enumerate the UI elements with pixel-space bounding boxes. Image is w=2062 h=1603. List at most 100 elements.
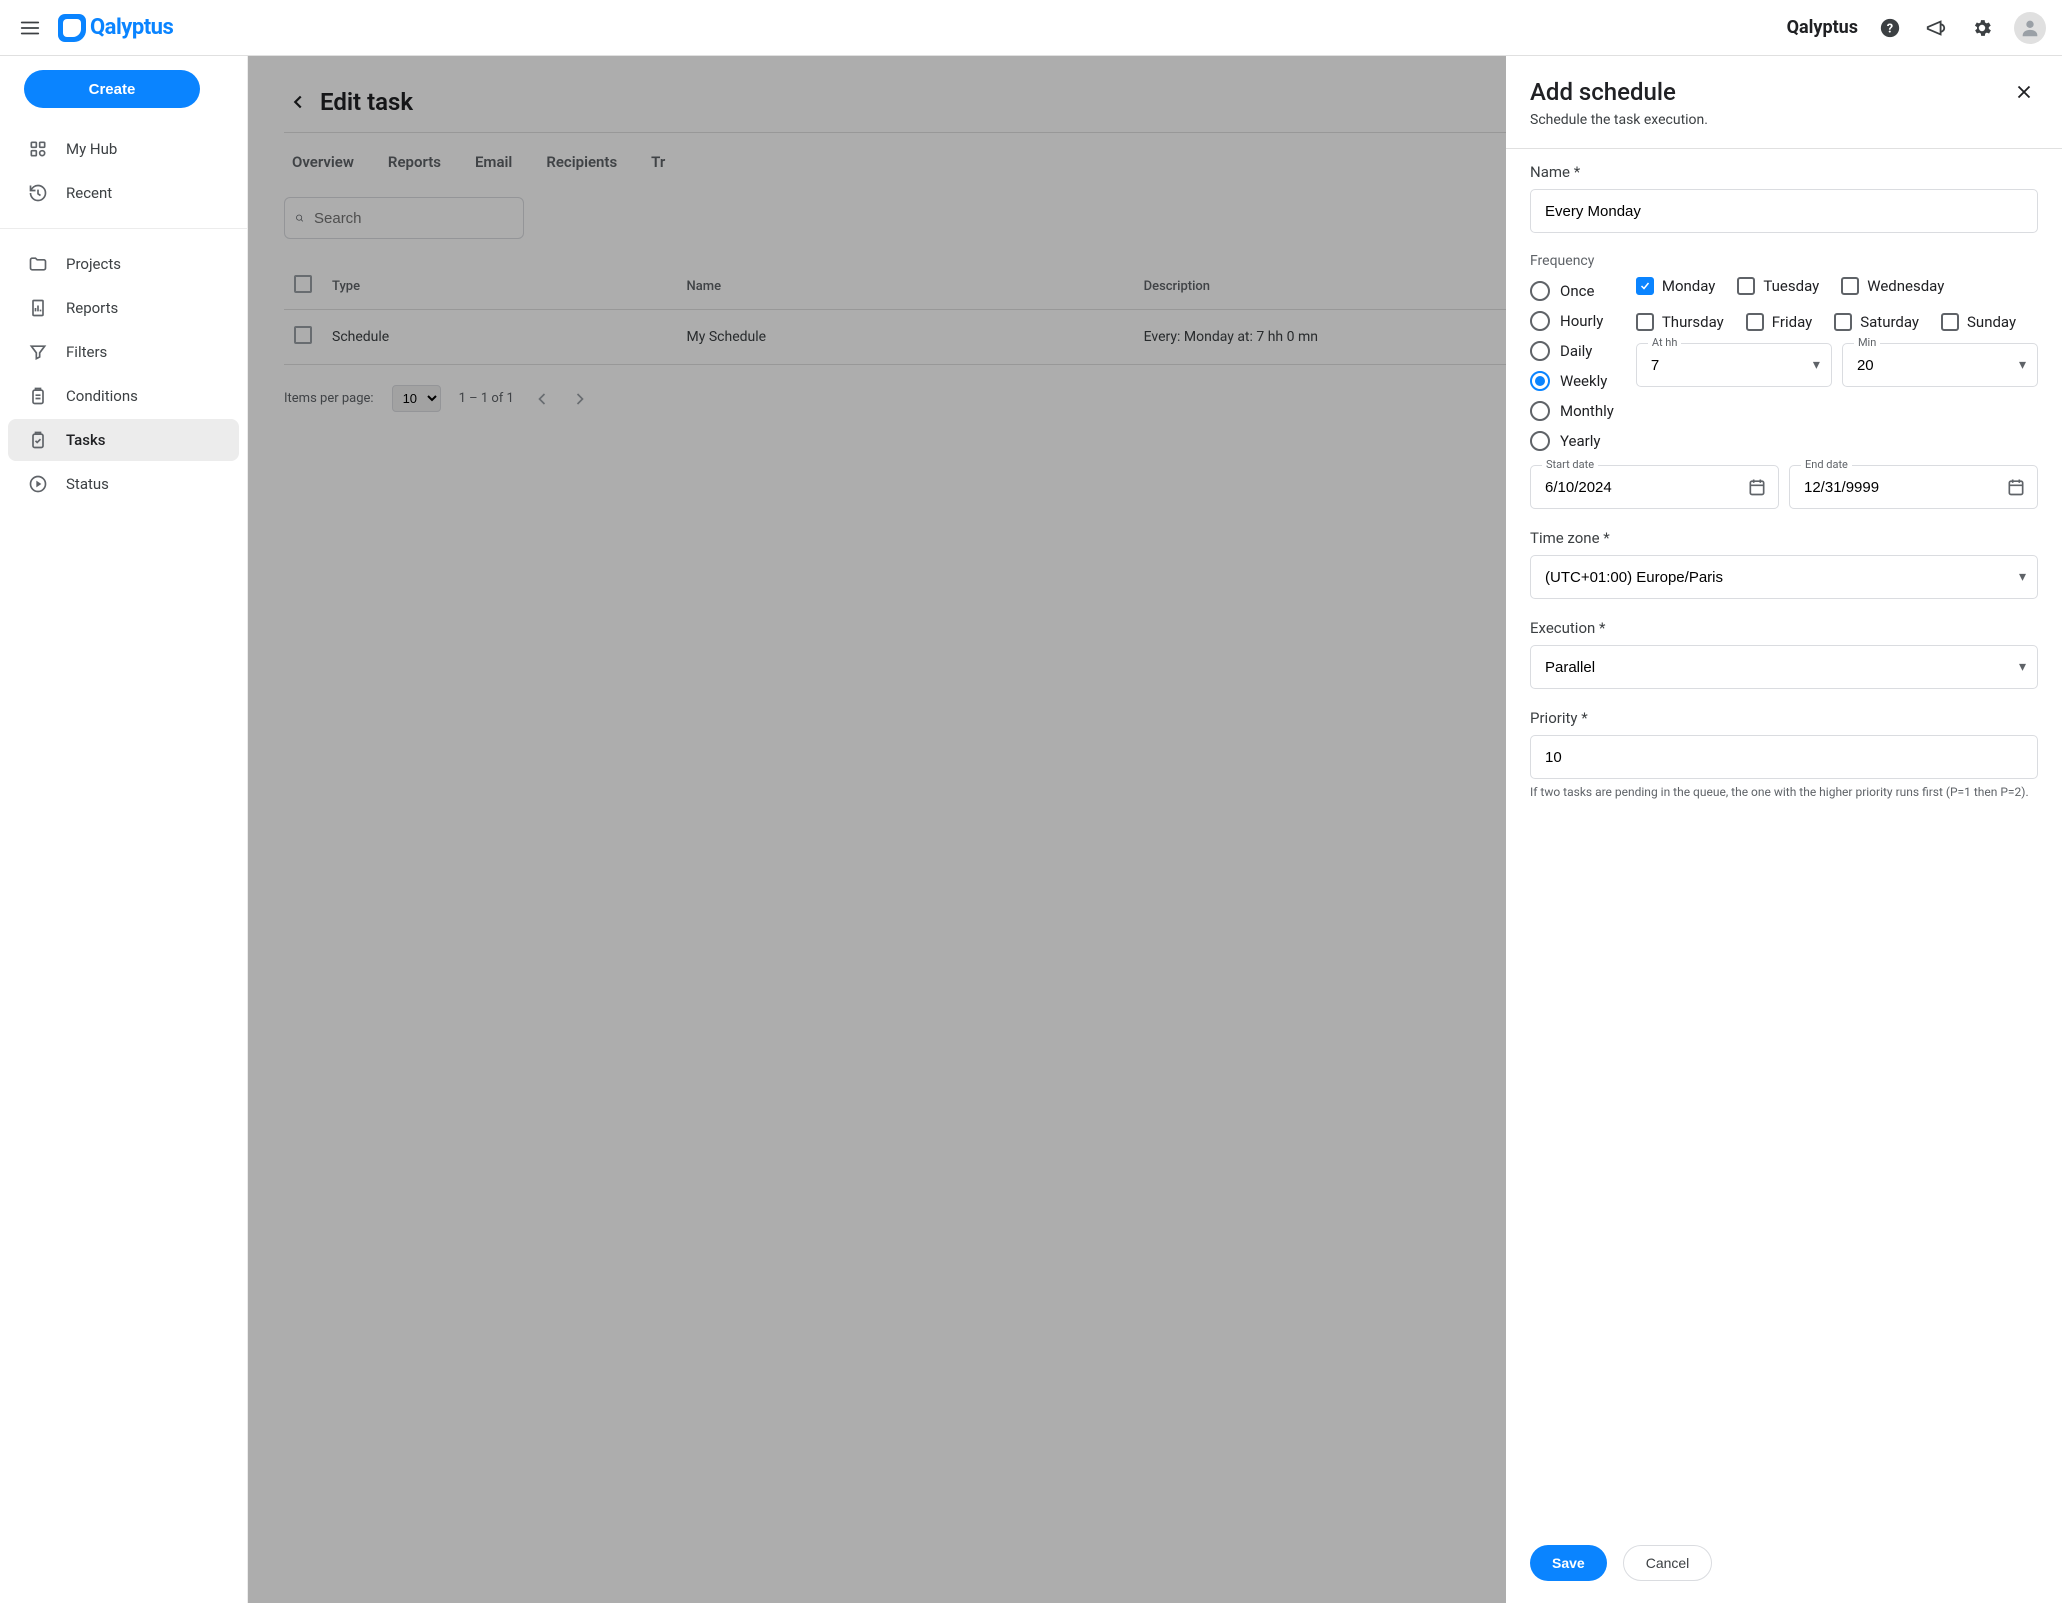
nav-label: Projects <box>66 255 121 273</box>
drawer-subtitle: Schedule the task execution. <box>1530 112 1708 128</box>
frequency-radio-once[interactable]: Once <box>1530 281 1614 301</box>
nav-item-recent[interactable]: Recent <box>8 172 239 214</box>
nav-label: Recent <box>66 184 112 202</box>
at-hh-label: At hh <box>1648 336 1682 349</box>
execution-label: Execution * <box>1530 619 2038 637</box>
checkbox-icon <box>1636 313 1654 331</box>
start-date-label: Start date <box>1542 458 1598 471</box>
logo[interactable]: Qalyptus <box>58 14 173 42</box>
radio-icon <box>1530 371 1550 391</box>
sidebar: Create My Hub Recent Projects Reports Filte… <box>0 56 248 1603</box>
user-avatar[interactable] <box>2014 12 2046 44</box>
frequency-radio-yearly[interactable]: Yearly <box>1530 431 1614 451</box>
name-label: Name * <box>1530 163 2038 181</box>
day-label: Sunday <box>1967 313 2016 331</box>
frequency-label: Frequency <box>1530 253 2038 269</box>
nav-label: My Hub <box>66 140 117 158</box>
day-label: Wednesday <box>1867 277 1944 295</box>
create-button[interactable]: Create <box>24 70 200 108</box>
calendar-icon[interactable] <box>2006 477 2026 497</box>
nav-label: Conditions <box>66 387 138 405</box>
schedule-name-input[interactable] <box>1530 189 2038 233</box>
radio-icon <box>1530 401 1550 421</box>
priority-label: Priority * <box>1530 709 2038 727</box>
checkbox-icon <box>1636 277 1654 295</box>
day-checkbox-thursday[interactable]: Thursday <box>1636 313 1724 331</box>
day-checkbox-friday[interactable]: Friday <box>1746 313 1812 331</box>
nav-label: Reports <box>66 299 118 317</box>
radio-label: Weekly <box>1560 372 1607 390</box>
recent-icon <box>28 183 48 203</box>
day-checkbox-saturday[interactable]: Saturday <box>1834 313 1919 331</box>
day-label: Tuesday <box>1763 277 1819 295</box>
checkbox-icon <box>1841 277 1859 295</box>
frequency-radio-daily[interactable]: Daily <box>1530 341 1614 361</box>
logo-mark-icon <box>58 14 86 42</box>
checkbox-icon <box>1737 277 1755 295</box>
logo-text: Qalyptus <box>90 15 173 40</box>
checkbox-icon <box>1746 313 1764 331</box>
nav-item-tasks[interactable]: Tasks <box>8 419 239 461</box>
nav-label: Filters <box>66 343 107 361</box>
hour-select[interactable]: 7 <box>1636 343 1832 387</box>
menu-toggle-button[interactable] <box>16 14 44 42</box>
day-label: Saturday <box>1860 313 1919 331</box>
drawer-title: Add schedule <box>1530 78 1708 106</box>
timezone-select[interactable]: (UTC+01:00) Europe/Paris <box>1530 555 2038 599</box>
schedule-drawer: Add schedule Schedule the task execution… <box>1506 56 2062 1603</box>
nav-label: Status <box>66 475 109 493</box>
day-checkbox-tuesday[interactable]: Tuesday <box>1737 277 1819 295</box>
radio-icon <box>1530 281 1550 301</box>
day-checkbox-sunday[interactable]: Sunday <box>1941 313 2016 331</box>
help-icon[interactable]: ? <box>1876 14 1904 42</box>
day-checkbox-monday[interactable]: Monday <box>1636 277 1716 295</box>
execution-select[interactable]: Parallel <box>1530 645 2038 689</box>
announcement-icon[interactable] <box>1922 14 1950 42</box>
nav-item-filters[interactable]: Filters <box>8 331 239 373</box>
svg-text:?: ? <box>1887 21 1893 36</box>
radio-label: Yearly <box>1560 432 1600 450</box>
nav-item-conditions[interactable]: Conditions <box>8 375 239 417</box>
topbar: Qalyptus Qalyptus ? <box>0 0 2062 56</box>
calendar-icon[interactable] <box>1747 477 1767 497</box>
frequency-radio-monthly[interactable]: Monthly <box>1530 401 1614 421</box>
radio-icon <box>1530 431 1550 451</box>
radio-label: Daily <box>1560 342 1592 360</box>
frequency-radio-weekly[interactable]: Weekly <box>1530 371 1614 391</box>
nav-item-status[interactable]: Status <box>8 463 239 505</box>
task-icon <box>28 430 48 450</box>
close-icon[interactable] <box>2010 78 2038 106</box>
radio-label: Once <box>1560 282 1594 300</box>
filter-icon <box>28 342 48 362</box>
save-button[interactable]: Save <box>1530 1545 1607 1581</box>
checkbox-icon <box>1834 313 1852 331</box>
nav-item-my-hub[interactable]: My Hub <box>8 128 239 170</box>
frequency-radio-hourly[interactable]: Hourly <box>1530 311 1614 331</box>
end-date-input[interactable] <box>1789 465 2038 509</box>
radio-label: Monthly <box>1560 402 1614 420</box>
radio-icon <box>1530 341 1550 361</box>
settings-icon[interactable] <box>1968 14 1996 42</box>
clipboard-icon <box>28 386 48 406</box>
cancel-button[interactable]: Cancel <box>1623 1545 1713 1581</box>
nav-item-reports[interactable]: Reports <box>8 287 239 329</box>
day-label: Monday <box>1662 277 1716 295</box>
min-label: Min <box>1854 336 1880 349</box>
folder-icon <box>28 254 48 274</box>
report-icon <box>28 298 48 318</box>
priority-input[interactable] <box>1530 735 2038 779</box>
radio-icon <box>1530 311 1550 331</box>
main-content: Edit task OverviewReportsEmailRecipients… <box>248 56 2062 1603</box>
play-icon <box>28 474 48 494</box>
start-date-input[interactable] <box>1530 465 1779 509</box>
timezone-label: Time zone * <box>1530 529 2038 547</box>
day-label: Thursday <box>1662 313 1724 331</box>
frequency-radio-group: Once Hourly Daily Weekly Monthly Yearly <box>1530 277 1614 451</box>
priority-hint: If two tasks are pending in the queue, t… <box>1530 785 2038 799</box>
checkbox-icon <box>1941 313 1959 331</box>
day-checkbox-wednesday[interactable]: Wednesday <box>1841 277 1944 295</box>
days-checkboxes: Monday Tuesday Wednesday Thursday Friday Satu… <box>1636 277 2038 331</box>
nav-item-projects[interactable]: Projects <box>8 243 239 285</box>
brand-label: Qalyptus <box>1787 17 1858 38</box>
minute-select[interactable]: 20 <box>1842 343 2038 387</box>
